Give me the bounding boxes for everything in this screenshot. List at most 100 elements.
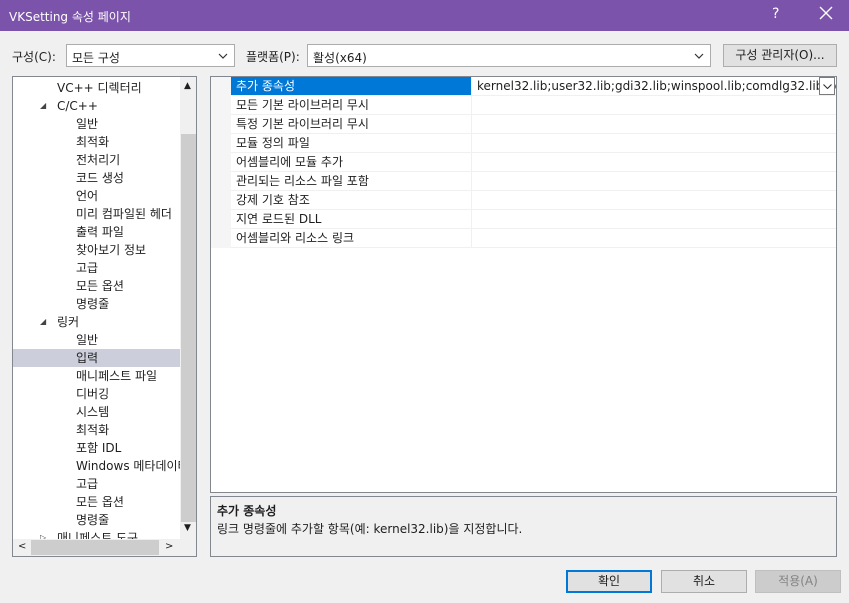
property-name[interactable]: 강제 기호 참조 xyxy=(231,191,472,209)
tree-item-label: 시스템 xyxy=(76,405,110,419)
tree-item-label: C/C++ xyxy=(57,99,98,113)
property-row[interactable]: 모든 기본 라이브러리 무시 xyxy=(231,96,836,115)
value-dropdown-button[interactable] xyxy=(819,77,835,95)
expanded-arrow-icon[interactable]: ◢ xyxy=(40,97,46,115)
property-name[interactable]: 어셈블리에 모듈 추가 xyxy=(231,153,472,171)
property-name[interactable]: 특정 기본 라이브러리 무시 xyxy=(231,115,472,133)
tree-item[interactable]: 코드 생성 xyxy=(13,169,180,187)
tree-item-label: 명령줄 xyxy=(76,297,110,311)
property-value[interactable] xyxy=(473,229,836,247)
property-row[interactable]: 특정 기본 라이브러리 무시 xyxy=(231,115,836,134)
grid-gutter xyxy=(211,77,231,248)
tree-item[interactable]: 전처리기 xyxy=(13,151,180,169)
property-row[interactable]: 어셈블리에 모듈 추가 xyxy=(231,153,836,172)
scrollbar-corner xyxy=(180,539,196,556)
tree-item[interactable]: 입력 xyxy=(13,349,180,367)
scroll-up-icon[interactable]: ▲ xyxy=(184,81,191,91)
close-icon[interactable] xyxy=(819,6,833,20)
property-value[interactable] xyxy=(473,134,836,152)
property-value[interactable] xyxy=(473,191,836,209)
property-value[interactable] xyxy=(473,172,836,190)
configuration-manager-button[interactable]: 구성 관리자(O)... xyxy=(723,44,837,67)
tree-item[interactable]: VC++ 디렉터리 xyxy=(13,79,180,97)
cancel-button[interactable]: 취소 xyxy=(661,570,747,593)
property-row[interactable]: 관리되는 리소스 파일 포함 xyxy=(231,172,836,191)
property-name[interactable]: 어셈블리와 리소스 링크 xyxy=(231,229,472,247)
property-name[interactable]: 지연 로드된 DLL xyxy=(231,210,472,228)
tree-item[interactable]: 출력 파일 xyxy=(13,223,180,241)
property-value[interactable] xyxy=(473,96,836,114)
property-value[interactable] xyxy=(473,115,836,133)
tree-item[interactable]: 미리 컴파일된 헤더 xyxy=(13,205,180,223)
tree-item-label: 최적화 xyxy=(76,423,110,437)
tree-item-label: 일반 xyxy=(76,333,99,347)
property-row[interactable]: 지연 로드된 DLL xyxy=(231,210,836,229)
tree-item[interactable]: 일반 xyxy=(13,331,180,349)
tree-item-label: 코드 생성 xyxy=(76,171,124,185)
tree-item[interactable]: ◢ 링커 xyxy=(13,313,180,331)
platform-label: 플랫폼(P): xyxy=(246,50,300,64)
scrollbar-thumb[interactable] xyxy=(31,540,159,555)
property-row[interactable]: 어셈블리와 리소스 링크 xyxy=(231,229,836,248)
tree-item[interactable]: 디버깅 xyxy=(13,385,180,403)
tree-item-label: 출력 파일 xyxy=(76,225,124,239)
platform-value: 활성(x64) xyxy=(313,51,367,65)
tree-item[interactable]: 모든 옵션 xyxy=(13,493,180,511)
property-row[interactable]: 강제 기호 참조 xyxy=(231,191,836,210)
scroll-left-icon[interactable]: < xyxy=(18,541,26,552)
tree-item[interactable]: ▷ 매니페스트 도구 xyxy=(13,529,180,539)
tree-item-label: 미리 컴파일된 헤더 xyxy=(76,207,172,221)
help-button[interactable]: ? xyxy=(772,6,779,22)
tree-item[interactable]: 명령줄 xyxy=(13,295,180,313)
tree-item[interactable]: 최적화 xyxy=(13,133,180,151)
tree-item-label: 디버깅 xyxy=(76,387,110,401)
property-name[interactable]: 모든 기본 라이브러리 무시 xyxy=(231,96,472,114)
configuration-value: 모든 구성 xyxy=(72,51,120,65)
apply-button[interactable]: 적용(A) xyxy=(755,570,841,593)
tree-list: VC++ 디렉터리 ◢ C/C++ 일반 최적화 전처리기 코드 생성 언어 미리 컴파일된 헤… xyxy=(13,77,180,539)
tree-item-label: 링커 xyxy=(57,315,80,329)
tree-item[interactable]: 언어 xyxy=(13,187,180,205)
configuration-label: 구성(C): xyxy=(12,50,56,64)
ok-button[interactable]: 확인 xyxy=(566,570,652,593)
tree-item[interactable]: 고급 xyxy=(13,475,180,493)
tree-item[interactable]: 명령줄 xyxy=(13,511,180,529)
description-panel: 추가 종속성 링크 명령줄에 추가할 항목(예: kernel32.lib)을 … xyxy=(210,496,837,557)
tree-horizontal-scrollbar[interactable]: < > xyxy=(13,539,180,556)
tree-item[interactable]: 일반 xyxy=(13,115,180,133)
tree-item[interactable]: 찾아보기 정보 xyxy=(13,241,180,259)
scroll-right-icon[interactable]: > xyxy=(165,541,173,552)
collapsed-arrow-icon[interactable]: ▷ xyxy=(40,529,46,539)
property-value[interactable] xyxy=(473,210,836,228)
tree-item[interactable]: 최적화 xyxy=(13,421,180,439)
property-value[interactable]: kernel32.lib;user32.lib;gdi32.lib;winspo… xyxy=(473,77,836,95)
description-text: 링크 명령줄에 추가할 항목(예: kernel32.lib)을 지정합니다. xyxy=(217,522,523,536)
scroll-down-icon[interactable]: ▼ xyxy=(184,523,191,533)
tree-item-label: 포함 IDL xyxy=(76,441,122,455)
chevron-down-icon xyxy=(218,53,228,59)
tree-item[interactable]: 모든 옵션 xyxy=(13,277,180,295)
expanded-arrow-icon[interactable]: ◢ xyxy=(40,313,46,331)
property-row[interactable]: 모듈 정의 파일 xyxy=(231,134,836,153)
chevron-down-icon xyxy=(823,84,832,89)
platform-select[interactable]: 활성(x64) xyxy=(307,44,711,67)
tree-vertical-scrollbar[interactable]: ▲ ▼ xyxy=(180,77,196,539)
tree-item[interactable]: 포함 IDL xyxy=(13,439,180,457)
tree-item[interactable]: ◢ C/C++ xyxy=(13,97,180,115)
scrollbar-thumb[interactable] xyxy=(181,134,196,522)
configuration-select[interactable]: 모든 구성 xyxy=(66,44,235,67)
title-bar: VKSetting 속성 페이지 ? xyxy=(0,0,849,31)
property-name[interactable]: 추가 종속성 xyxy=(231,77,472,95)
property-row[interactable]: 추가 종속성 kernel32.lib;user32.lib;gdi32.lib;… xyxy=(231,77,836,96)
tree-item[interactable]: 매니페스트 파일 xyxy=(13,367,180,385)
property-name[interactable]: 모듈 정의 파일 xyxy=(231,134,472,152)
chevron-down-icon xyxy=(694,53,704,59)
tree-item[interactable]: Windows 메타데이터 xyxy=(13,457,180,475)
tree-item[interactable]: 고급 xyxy=(13,259,180,277)
property-value[interactable] xyxy=(473,153,836,171)
window-title: VKSetting 속성 페이지 xyxy=(9,10,131,24)
tree-item-label: 찾아보기 정보 xyxy=(76,243,147,257)
property-name[interactable]: 관리되는 리소스 파일 포함 xyxy=(231,172,472,190)
tree-item[interactable]: 시스템 xyxy=(13,403,180,421)
tree-item-label: 고급 xyxy=(76,477,99,491)
